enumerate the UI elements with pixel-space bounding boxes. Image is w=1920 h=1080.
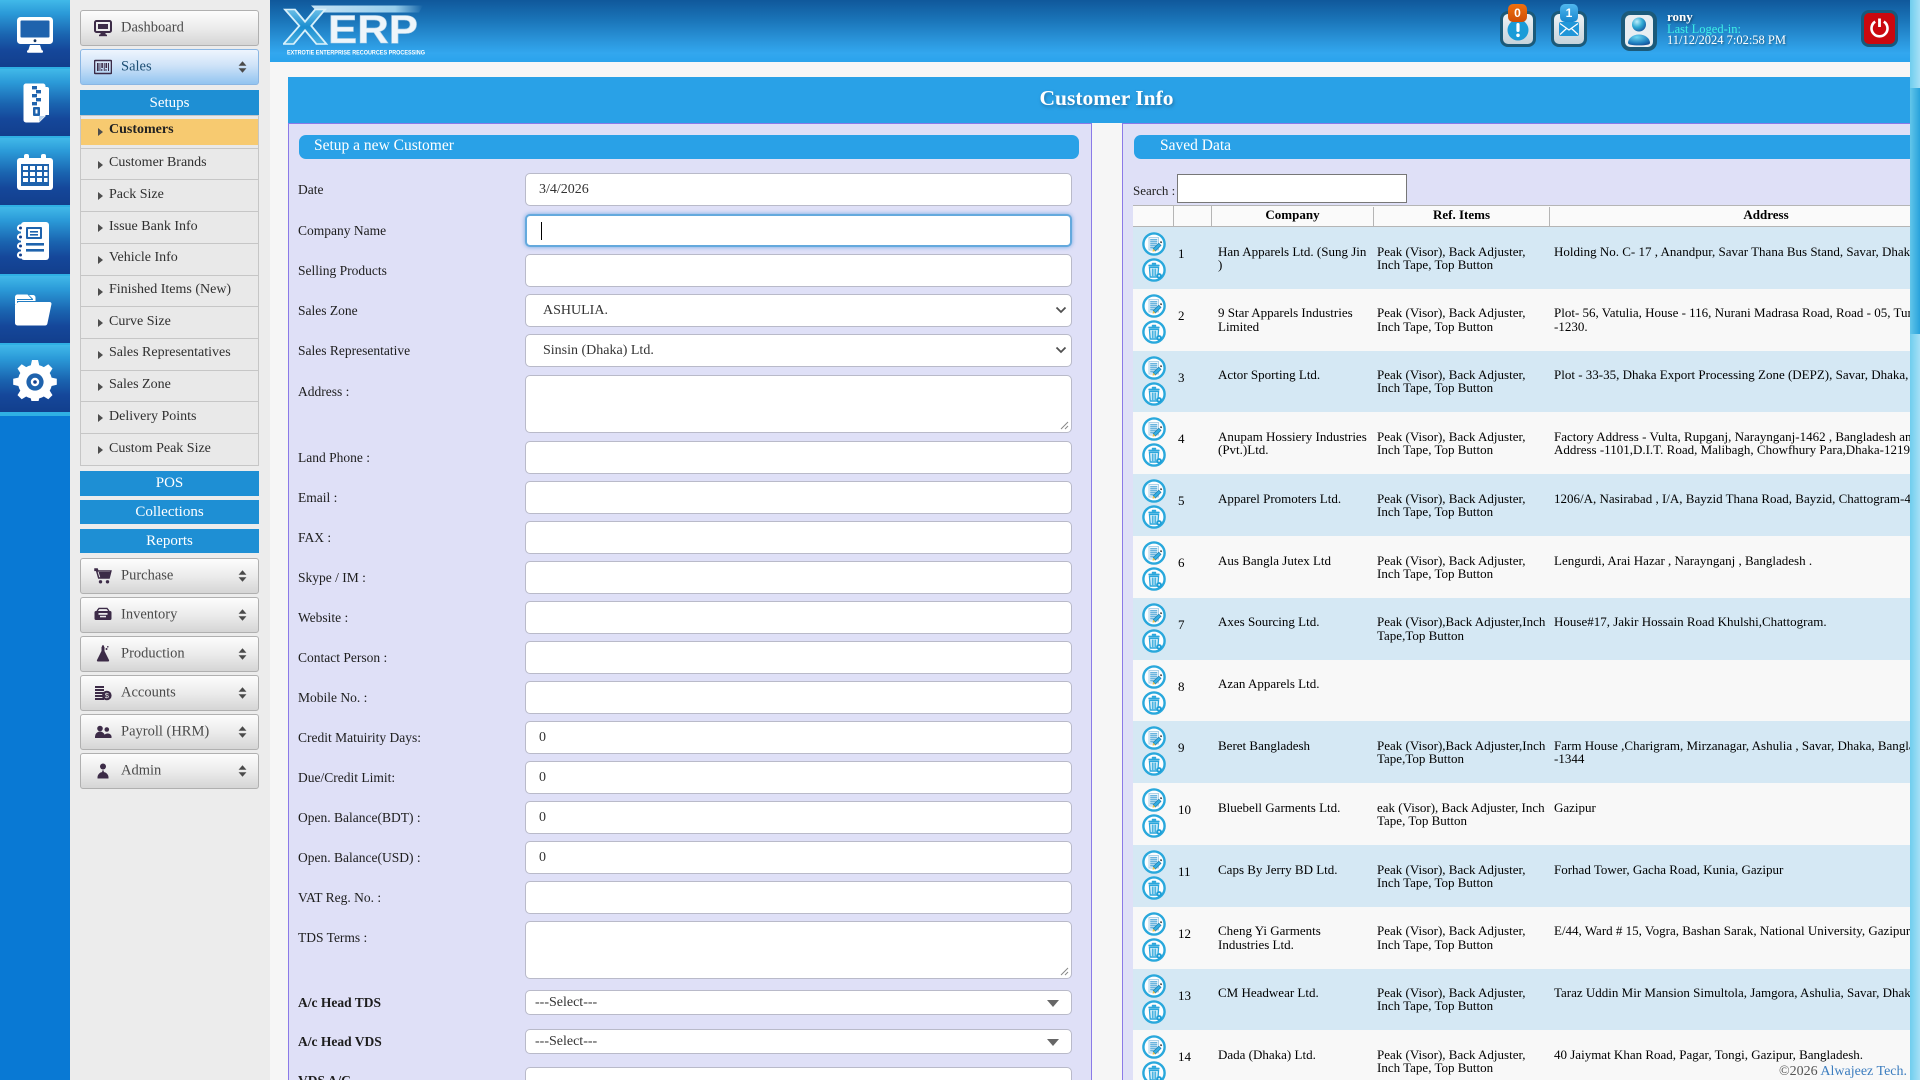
svg-text:EXTROTIE ENTERPRISE RECOURCES: EXTROTIE ENTERPRISE RECOURCES PROCESSING <box>287 50 425 57</box>
svg-text:ERP: ERP <box>328 8 418 52</box>
svg-text:X: X <box>283 2 327 55</box>
